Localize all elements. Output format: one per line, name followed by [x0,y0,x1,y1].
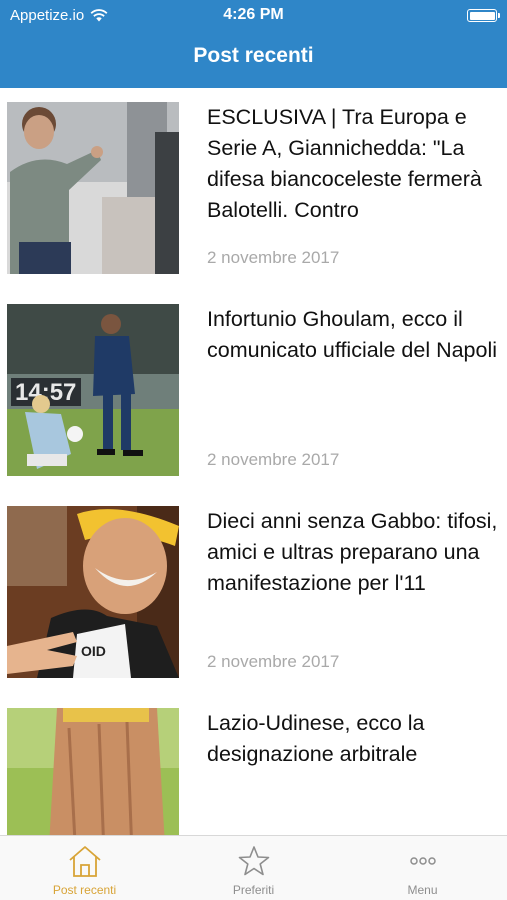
post-title[interactable]: ESCLUSIVA | Tra Europa e Serie A, Gianni… [207,102,502,226]
tab-label: Post recenti [52,883,117,897]
tab-post-recenti[interactable]: Post recenti [0,836,169,900]
home-icon [0,844,169,878]
svg-text:OID: OID [81,643,106,659]
tab-bar: Post recenti Preferiti Menu [0,835,507,900]
header-bar: Appetize.io 4:26 PM Post recenti [0,0,507,88]
post-thumbnail-coach [7,102,179,274]
page-title: Post recenti [193,44,314,67]
post-title[interactable]: Infortunio Ghoulam, ecco il comunicato u… [207,304,502,366]
post-date: 2 novembre 2017 [207,450,340,469]
post-item[interactable]: OID Dieci anni senza Gabbo: tifosi, amic… [0,492,507,682]
more-icon [338,844,507,878]
post-thumbnail-portrait: OID [7,506,179,678]
tab-label: Preferiti [232,883,275,897]
tab-menu[interactable]: Menu [338,836,507,900]
post-thumbnail-football: 14:57 [7,304,179,476]
post-date: 2 novembre 2017 [207,248,340,267]
battery-icon [467,9,500,22]
post-thumbnail-hand [7,708,179,835]
tab-preferiti[interactable]: Preferiti [169,836,338,900]
post-title[interactable]: Dieci anni senza Gabbo: tifosi, amici e … [207,506,502,599]
post-title[interactable]: Lazio-Udinese, ecco la designazione arbi… [207,708,502,770]
post-item[interactable]: ESCLUSIVA | Tra Europa e Serie A, Gianni… [0,88,507,278]
post-item[interactable]: Lazio-Udinese, ecco la designazione arbi… [0,694,507,835]
status-time: 4:26 PM [223,6,284,23]
star-icon [169,844,338,878]
post-list[interactable]: ESCLUSIVA | Tra Europa e Serie A, Gianni… [0,88,507,835]
tab-label: Menu [407,883,438,897]
post-date: 2 novembre 2017 [207,652,340,671]
status-bar: Appetize.io 4:26 PM [0,0,507,32]
post-item[interactable]: 14:57 Infortunio Ghoulam, ecco il comuni… [0,290,507,480]
